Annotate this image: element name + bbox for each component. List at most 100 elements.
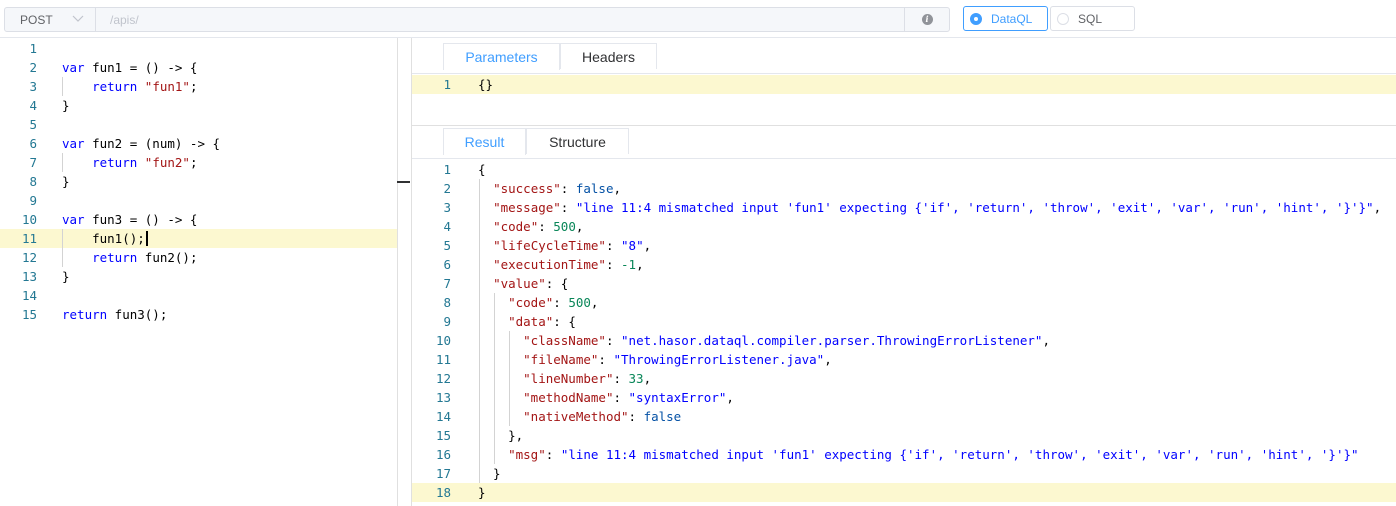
code-line: 1: [0, 39, 397, 58]
code-text: "success": false,: [493, 181, 622, 196]
code-line: 10 var fun3 = () -> {: [0, 210, 397, 229]
code-text: }: [478, 485, 486, 500]
chevron-down-icon: [72, 15, 84, 22]
code-line: 17 }: [412, 464, 1396, 483]
code-text: return "fun1";: [92, 79, 198, 94]
line-number: 7: [443, 276, 451, 291]
radio-dataql[interactable]: DataQL: [963, 6, 1048, 31]
code-line: 10 "className": "net.hasor.dataql.compil…: [412, 331, 1396, 350]
script-editor[interactable]: 1 2 var fun1 = () -> {3 return "fun1"; 4} 5 6…: [0, 38, 397, 506]
line-number: 13: [21, 269, 37, 284]
code-text: var fun2 = (num) -> {: [62, 136, 221, 151]
line-number: 6: [443, 257, 451, 272]
indent-guide: [494, 293, 495, 464]
line-number: 10: [21, 212, 37, 227]
tab-result[interactable]: Result: [443, 128, 526, 155]
line-number: 4: [29, 98, 37, 113]
code-line: 8}: [0, 172, 397, 191]
code-text: return "fun2";: [92, 155, 198, 170]
code-line: 4 "code": 500,: [412, 217, 1396, 236]
line-number: 8: [443, 295, 451, 310]
code-line: 15 return fun3();: [0, 305, 397, 324]
line-number: 15: [21, 307, 37, 322]
code-line: 15 },: [412, 426, 1396, 445]
code-line: 11 "fileName": "ThrowingErrorListener.ja…: [412, 350, 1396, 369]
radio-sql[interactable]: SQL: [1050, 6, 1135, 31]
code-text: fun1();: [62, 229, 148, 248]
result-viewer[interactable]: 1{2 "success": false, 3 "message": "line …: [412, 159, 1396, 506]
line-number: 16: [435, 447, 451, 462]
tab-headers-label: Headers: [582, 49, 635, 65]
code-line: 12 "lineNumber": 33,: [412, 369, 1396, 388]
code-text: "code": 500,: [493, 219, 584, 234]
indent-guide: [509, 331, 510, 426]
text-cursor: [145, 231, 148, 246]
response-tabs: Result Structure: [412, 128, 1396, 159]
code-text: return fun3();: [62, 307, 168, 322]
code-text: }: [62, 98, 70, 113]
code-text: }: [478, 466, 501, 481]
tab-structure-label: Structure: [549, 134, 606, 150]
line-number: 13: [435, 390, 451, 405]
line-number: 5: [29, 117, 37, 132]
code-line: 13}: [0, 267, 397, 286]
panel-splitter[interactable]: [412, 125, 1396, 126]
code-line: 1{: [412, 160, 1396, 179]
tab-result-label: Result: [464, 134, 505, 150]
tab-headers[interactable]: Headers: [560, 43, 657, 69]
radio-unchecked-icon: [1057, 12, 1069, 25]
line-number: 9: [443, 314, 451, 329]
code-text: "methodName": "syntaxError",: [523, 390, 734, 405]
line-number: 4: [443, 219, 451, 234]
code-line: 8 "code": 500,: [412, 293, 1396, 312]
radio-label-dataql: DataQL: [991, 11, 1033, 26]
code-line: 1 {}: [412, 75, 1396, 94]
url-input-group: POST i: [4, 7, 950, 32]
code-line: 11 fun1();: [0, 229, 397, 248]
request-bar: POST i DataQL SQL: [0, 0, 1396, 38]
method-select[interactable]: POST: [5, 8, 96, 31]
code-line: 7 return "fun2";: [0, 153, 397, 172]
code-line: 12 return fun2();: [0, 248, 397, 267]
code-text: "fileName": "ThrowingErrorListener.java"…: [523, 352, 832, 367]
line-number: 6: [29, 136, 37, 151]
info-icon: i: [921, 14, 933, 25]
indent-guide: [62, 153, 63, 172]
info-button[interactable]: i: [904, 8, 949, 31]
code-line: 3 "message": "line 11:4 mismatched input…: [412, 198, 1396, 217]
line-number: 18: [435, 485, 451, 500]
tab-parameters-label: Parameters: [465, 49, 538, 65]
code-line: 7 "value": {: [412, 274, 1396, 293]
line-number: 11: [21, 231, 37, 246]
line-number: 2: [29, 60, 37, 75]
indent-guide: [62, 229, 63, 267]
line-number: 3: [443, 200, 451, 215]
line-number: 2: [443, 181, 451, 196]
code-text: "lineNumber": 33,: [523, 371, 652, 386]
line-number: 14: [435, 409, 451, 424]
line-number: 12: [21, 250, 37, 265]
method-label: POST: [20, 13, 53, 27]
api-path-input[interactable]: [96, 8, 904, 31]
resize-handle[interactable]: [397, 181, 410, 183]
tab-parameters[interactable]: Parameters: [443, 43, 560, 70]
code-line: 4}: [0, 96, 397, 115]
code-line: 5: [0, 115, 397, 134]
code-text: {}: [478, 77, 494, 92]
code-text: return fun2();: [92, 250, 198, 265]
tab-structure[interactable]: Structure: [526, 128, 629, 154]
line-number: 10: [435, 333, 451, 348]
code-line: 9: [0, 191, 397, 210]
radio-checked-icon: [970, 12, 982, 25]
code-line: 2 "success": false,: [412, 179, 1396, 198]
parameters-editor[interactable]: 1 {}: [412, 74, 1396, 124]
code-text: var fun1 = () -> {: [62, 60, 198, 75]
line-number: 15: [435, 428, 451, 443]
code-line: 6 var fun2 = (num) -> {: [0, 134, 397, 153]
code-text: "msg": "line 11:4 mismatched input 'fun1…: [508, 447, 1359, 462]
line-number: 14: [21, 288, 37, 303]
code-text: "value": {: [493, 276, 569, 291]
line-number: 12: [435, 371, 451, 386]
code-line: 2 var fun1 = () -> {: [0, 58, 397, 77]
code-line: 16 "msg": "line 11:4 mismatched input 'f…: [412, 445, 1396, 464]
